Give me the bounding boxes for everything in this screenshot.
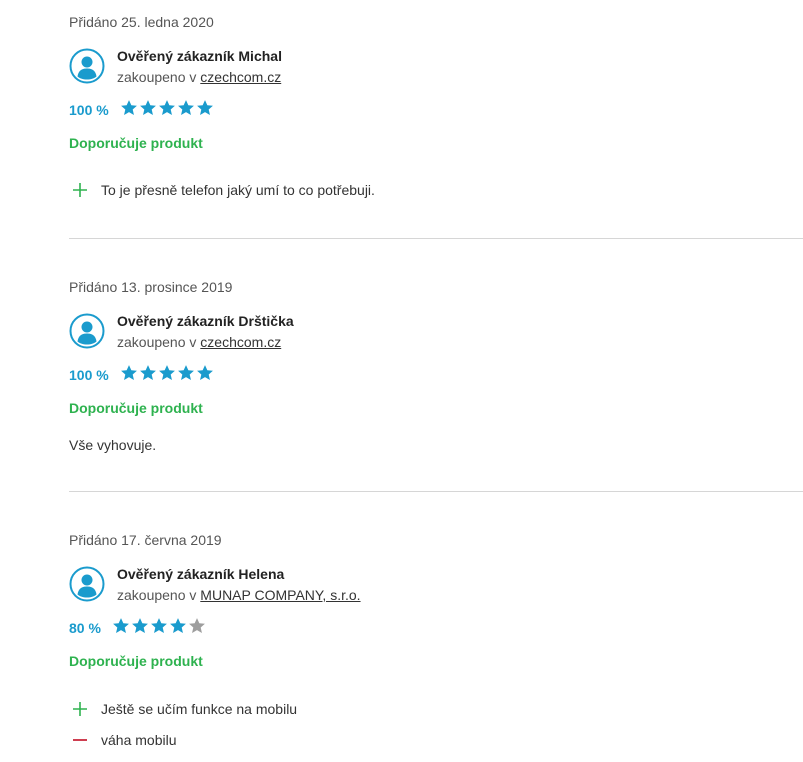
rating-percent: 100 % (69, 102, 109, 118)
review-date: Přidáno 25. ledna 2020 (69, 14, 214, 30)
star-rating (120, 99, 214, 117)
plus-icon (73, 702, 87, 716)
star-filled-icon (159, 365, 175, 381)
star-filled-icon (121, 365, 137, 381)
star-filled-icon (178, 365, 194, 381)
star-filled-icon (197, 100, 213, 116)
purchase-prefix: zakoupeno v (117, 334, 197, 350)
star-filled-icon (140, 100, 156, 116)
star-filled-icon (197, 365, 213, 381)
star-filled-icon (121, 100, 137, 116)
star-rating (120, 364, 214, 382)
reviewer-name: Ověřený zákazník Drštička (117, 313, 294, 329)
star-filled-icon (140, 365, 156, 381)
review-divider (69, 238, 803, 239)
user-avatar-icon (69, 48, 105, 84)
star-empty-icon (189, 618, 205, 634)
pro-text: Ještě se učím funkce na mobilu (101, 701, 298, 717)
plus-icon (73, 183, 87, 197)
star-filled-icon (170, 618, 186, 634)
minus-icon (73, 739, 87, 741)
rating-percent: 80 % (69, 620, 101, 636)
shop-link[interactable]: MUNAP COMPANY, s.r.o. (200, 587, 360, 603)
user-avatar-icon (69, 313, 105, 349)
star-filled-icon (151, 618, 167, 634)
user-avatar-icon (69, 566, 105, 602)
star-filled-icon (113, 618, 129, 634)
recommend-label: Doporučuje produkt (69, 653, 203, 669)
reviewer-name: Ověřený zákazník Michal (117, 48, 282, 64)
recommend-label: Doporučuje produkt (69, 400, 203, 416)
recommend-label: Doporučuje produkt (69, 135, 203, 151)
con-text: váha mobilu (101, 732, 177, 748)
review-divider (69, 491, 803, 492)
star-filled-icon (132, 618, 148, 634)
purchase-source: zakoupeno v czechcom.cz (117, 333, 281, 351)
rating-percent: 100 % (69, 367, 109, 383)
star-rating (112, 617, 206, 635)
shop-link[interactable]: czechcom.cz (200, 334, 281, 350)
reviewer-name: Ověřený zákazník Helena (117, 566, 285, 582)
purchase-source: zakoupeno v czechcom.cz (117, 68, 281, 86)
purchase-prefix: zakoupeno v (117, 587, 197, 603)
pro-text: To je přesně telefon jaký umí to co potř… (101, 182, 375, 198)
shop-link[interactable]: czechcom.cz (200, 69, 281, 85)
review-date: Přidáno 17. června 2019 (69, 532, 222, 548)
review-comment: Vše vyhovuje. (69, 437, 157, 453)
star-filled-icon (159, 100, 175, 116)
purchase-source: zakoupeno v MUNAP COMPANY, s.r.o. (117, 586, 361, 604)
star-filled-icon (178, 100, 194, 116)
review-date: Přidáno 13. prosince 2019 (69, 279, 233, 295)
purchase-prefix: zakoupeno v (117, 69, 197, 85)
